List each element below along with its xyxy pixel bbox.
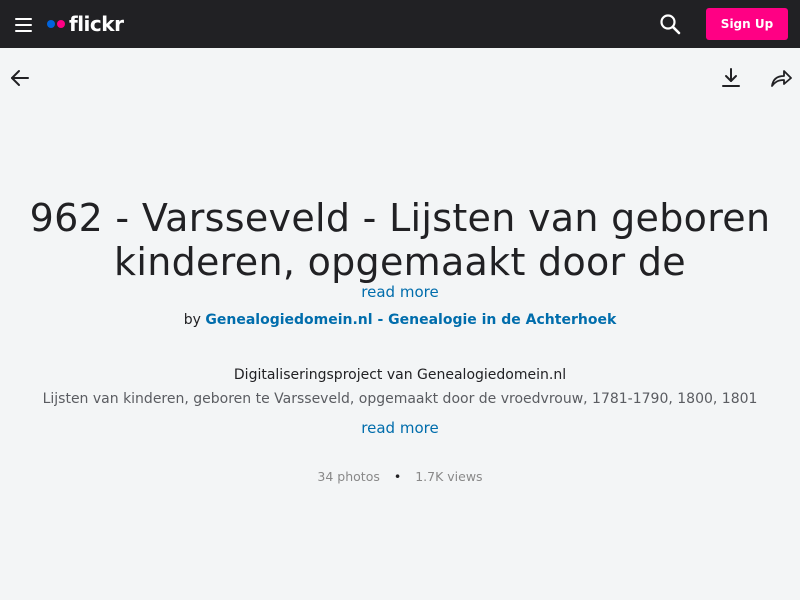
title-read-more-link[interactable]: read more: [361, 283, 438, 301]
album-description-line-2: Lijsten van kinderen, geboren te Varssev…: [42, 391, 758, 407]
description-read-more-link[interactable]: read more: [361, 419, 438, 437]
description-read-more-row: read more: [0, 418, 800, 438]
sign-up-button[interactable]: Sign Up: [706, 8, 788, 40]
stats-separator: •: [393, 469, 402, 484]
search-icon[interactable]: [659, 13, 681, 35]
album-byline: by Genealogiedomein.nl - Genealogie in d…: [0, 310, 800, 330]
hamburger-menu-icon[interactable]: [14, 16, 34, 32]
arrow-left-icon[interactable]: [9, 67, 31, 89]
byline-prefix: by: [183, 312, 201, 328]
logo-blue-dot: [47, 20, 55, 28]
view-count: 1.7K views: [415, 469, 483, 484]
flickr-logo[interactable]: flickr: [47, 11, 124, 37]
album-description-line-1: Digitaliseringsproject van Genealogiedom…: [233, 367, 567, 383]
logo-pink-dot: [57, 20, 65, 28]
photo-count: 34 photos: [317, 469, 380, 484]
title-read-more-row: read more: [0, 282, 800, 302]
top-navigation-bar: flickr Sign Up: [0, 0, 800, 48]
album-title-line-1: 962 - Varsseveld - Lijsten van geboren: [29, 196, 771, 240]
album-stats: 34 photos • 1.7K views: [0, 467, 800, 487]
owner-link[interactable]: Genealogiedomein.nl - Genealogie in de A…: [205, 312, 616, 328]
album-title: 962 - Varsseveld - Lijsten van geboren k…: [0, 196, 800, 284]
logo-wordmark: flickr: [69, 12, 124, 36]
album-title-line-2: kinderen, opgemaakt door de: [114, 240, 686, 284]
share-arrow-icon[interactable]: [770, 67, 792, 89]
download-icon[interactable]: [720, 67, 742, 89]
